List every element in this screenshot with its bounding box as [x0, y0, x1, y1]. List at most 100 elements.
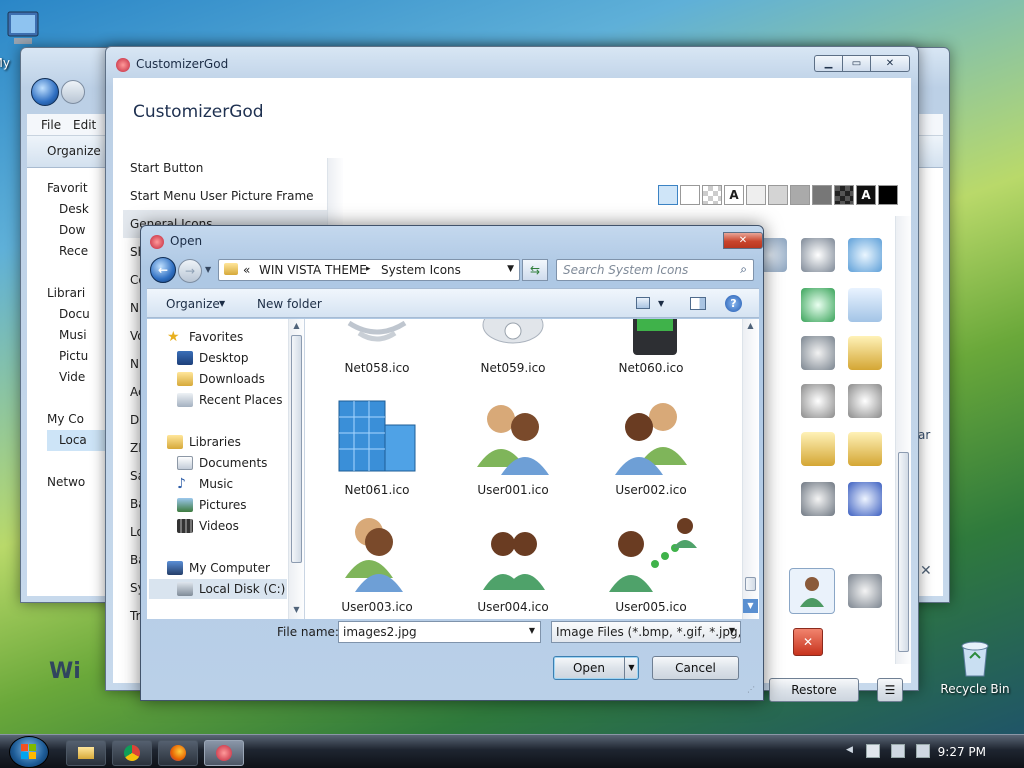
tray-action-center-icon[interactable]: [866, 744, 880, 758]
menu-button[interactable]: ☰: [877, 678, 903, 702]
file-item[interactable]: User005.ico: [591, 514, 711, 614]
scrollbar-thumb[interactable]: [898, 452, 909, 652]
category-item[interactable]: Start Menu User Picture Frame: [123, 182, 337, 210]
swatch-dark-gray[interactable]: [812, 185, 832, 205]
swatch-white[interactable]: [680, 185, 700, 205]
file-type-dropdown-icon[interactable]: ▼: [729, 626, 735, 635]
icon-grid-scrollbar[interactable]: [895, 216, 911, 664]
nav-pictures[interactable]: Pictures: [177, 495, 247, 515]
selected-user-icon[interactable]: [789, 568, 835, 614]
breadcrumb-separator-icon[interactable]: ▸: [366, 264, 371, 274]
printer-icon[interactable]: [801, 482, 835, 516]
search-icon[interactable]: ⌕: [740, 262, 747, 277]
resize-grip-icon[interactable]: ⋰: [747, 685, 755, 694]
swatch-mid-gray[interactable]: [790, 185, 810, 205]
category-item[interactable]: Start Button: [123, 154, 337, 182]
views-dropdown-icon[interactable]: ▼: [658, 299, 664, 308]
swatch-gray[interactable]: [768, 185, 788, 205]
file-item[interactable]: User002.ico: [591, 397, 711, 497]
new-folder-button[interactable]: New folder: [257, 297, 322, 311]
file-name-dropdown-icon[interactable]: ▼: [529, 626, 535, 635]
nav-recent-places[interactable]: Recent Places: [177, 390, 282, 410]
maximize-button[interactable]: ▭: [842, 55, 870, 72]
address-dropdown-icon[interactable]: ▼: [507, 264, 514, 274]
tray-volume-icon[interactable]: [916, 744, 930, 758]
swatch-light-blue[interactable]: [658, 185, 678, 205]
search-input[interactable]: Search System Icons ⌕: [556, 259, 754, 281]
nav-my-computer[interactable]: My Computer: [167, 558, 270, 578]
restore-button[interactable]: Restore: [769, 678, 859, 702]
file-list-scrollbar[interactable]: ▲ ▼: [742, 319, 758, 619]
nav-favorites[interactable]: ★ Favorites: [167, 327, 243, 347]
swatch-letter-a[interactable]: A: [724, 185, 744, 205]
address-bar[interactable]: « WIN VISTA THEME ▸ System Icons ▼: [218, 259, 520, 281]
menu-file[interactable]: File: [41, 118, 61, 132]
organize-dropdown-icon[interactable]: ▼: [219, 299, 225, 308]
display-icon[interactable]: [848, 482, 882, 516]
cd-audio-icon[interactable]: [848, 238, 882, 272]
nav-pane-scrollbar[interactable]: ▲ ▼: [288, 319, 304, 619]
file-name-input[interactable]: images2.jpg ▼: [338, 621, 541, 643]
file-item[interactable]: User003.ico: [317, 514, 437, 614]
dvd-icon[interactable]: [801, 238, 835, 272]
dvd-rw-icon[interactable]: [848, 384, 882, 418]
file-item[interactable]: Net059.ico: [453, 319, 573, 375]
nav-documents[interactable]: Documents: [177, 453, 267, 473]
swatch-dark-checker[interactable]: [834, 185, 854, 205]
tray-expand-icon[interactable]: ◀: [846, 745, 853, 755]
file-type-select[interactable]: Image Files (*.bmp, *.gif, *.jpg, ▼: [551, 621, 741, 643]
scrollbar-thumb[interactable]: [291, 335, 302, 563]
scrollbar-thumb[interactable]: [745, 577, 756, 591]
back-arrow-icon[interactable]: ←: [150, 257, 176, 283]
views-icon[interactable]: [636, 297, 650, 309]
desktop-icon-recycle-bin[interactable]: Recycle Bin: [935, 636, 1015, 696]
taskbar-customizergod-button[interactable]: [204, 740, 244, 766]
swatch-light-gray[interactable]: [746, 185, 766, 205]
taskbar-explorer-button[interactable]: [66, 740, 106, 766]
scroll-down-arrow-icon[interactable]: ▼: [743, 599, 758, 613]
dvd-r-icon[interactable]: [801, 384, 835, 418]
dismiss-icon[interactable]: ✕: [920, 563, 932, 579]
breadcrumb-item[interactable]: System Icons: [381, 263, 461, 277]
history-dropdown-icon[interactable]: ▼: [205, 265, 211, 274]
delete-icon[interactable]: ✕: [793, 628, 823, 656]
menu-edit[interactable]: Edit: [73, 118, 96, 132]
taskbar-clock[interactable]: 9:27 PM: [938, 745, 986, 759]
file-item[interactable]: Net058.ico: [317, 319, 437, 375]
nav-desktop[interactable]: Desktop: [177, 348, 249, 368]
nav-libraries[interactable]: Libraries: [167, 432, 241, 452]
swatch-letter-a-dark[interactable]: A: [856, 185, 876, 205]
folder-download-icon[interactable]: [848, 432, 882, 466]
start-button[interactable]: [9, 736, 49, 768]
open-button[interactable]: Open ▼: [553, 656, 639, 680]
close-button[interactable]: ✕: [870, 55, 910, 72]
cancel-button[interactable]: Cancel: [652, 656, 739, 680]
network-icon[interactable]: [801, 288, 835, 322]
folder-icon[interactable]: [848, 336, 882, 370]
scroll-up-arrow-icon[interactable]: ▲: [289, 319, 304, 333]
nav-music[interactable]: ♪ Music: [177, 474, 233, 494]
file-item[interactable]: User004.ico: [453, 514, 573, 614]
folder-blue-icon[interactable]: [801, 432, 835, 466]
help-icon[interactable]: ?: [725, 295, 742, 312]
file-item[interactable]: Net061.ico: [317, 397, 437, 497]
breadcrumb-overflow[interactable]: «: [243, 263, 250, 277]
forward-arrow-icon[interactable]: [61, 80, 85, 104]
nav-local-disk[interactable]: Local Disk (C:): [149, 579, 287, 599]
open-dropdown-icon[interactable]: ▼: [624, 657, 638, 679]
refresh-icon[interactable]: ⇆: [522, 259, 548, 281]
forward-arrow-icon[interactable]: →: [178, 259, 202, 283]
taskbar-firefox-button[interactable]: [158, 740, 198, 766]
preview-pane-icon[interactable]: [690, 297, 706, 310]
scroll-down-arrow-icon[interactable]: ▼: [289, 603, 304, 617]
nav-downloads[interactable]: Downloads: [177, 369, 265, 389]
lock-icon[interactable]: [848, 574, 882, 608]
minimize-button[interactable]: ▁: [814, 55, 842, 72]
file-item[interactable]: User001.ico: [453, 397, 573, 497]
taskbar-chrome-button[interactable]: [112, 740, 152, 766]
file-item[interactable]: Net060.ico: [591, 319, 711, 375]
nav-videos[interactable]: Videos: [177, 516, 239, 536]
back-arrow-icon[interactable]: [31, 78, 59, 106]
speaker-icon[interactable]: [801, 336, 835, 370]
explorer-organize-button[interactable]: Organize: [47, 144, 101, 158]
